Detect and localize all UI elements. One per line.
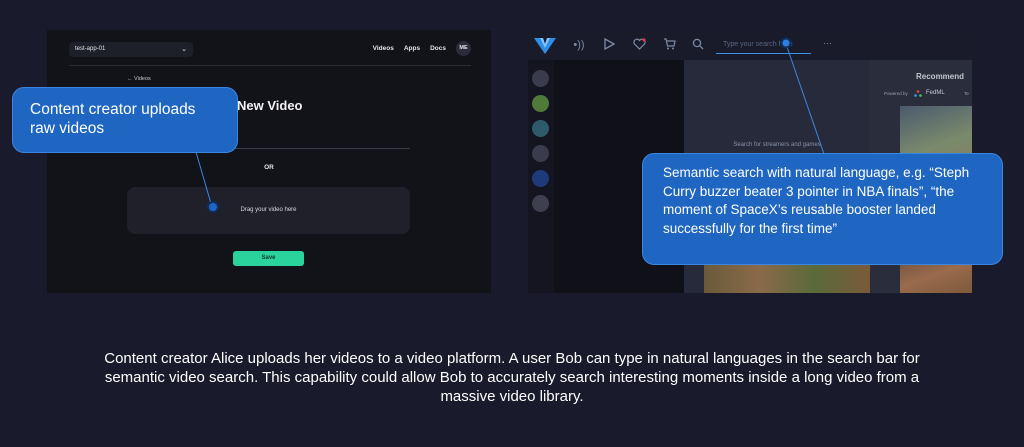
upload-app-screenshot: test-app-01 ⌄ Videos Apps Docs ME ← Vide… xyxy=(47,30,491,293)
search-icon[interactable] xyxy=(691,38,705,52)
channel-avatar[interactable] xyxy=(532,70,549,87)
top-bar: •)) Type your search here ⋯ xyxy=(528,30,972,60)
top-nav: Videos Apps Docs ME xyxy=(373,41,471,56)
video-thumbnail[interactable] xyxy=(704,262,870,293)
more-icon[interactable]: ⋯ xyxy=(823,38,832,49)
live-icon[interactable]: •)) xyxy=(572,38,586,52)
page-title: New Video xyxy=(237,98,303,113)
recommend-title: Recommend xyxy=(916,72,965,81)
nav-videos[interactable]: Videos xyxy=(373,45,394,52)
upload-callout: Content creator uploads raw videos xyxy=(12,87,238,153)
video-dropzone[interactable]: Drag your video here xyxy=(127,187,410,234)
figure-caption: Content creator Alice uploads her videos… xyxy=(104,350,920,405)
or-label: OR xyxy=(264,164,274,171)
fedml-logo-icon xyxy=(914,90,922,97)
search-callout: Semantic search with natural language, e… xyxy=(642,153,1003,265)
powered-by-label: Powered by xyxy=(884,91,908,96)
save-button[interactable]: Save xyxy=(233,251,304,266)
nav-docs[interactable]: Docs xyxy=(430,45,446,52)
search-hint: Search for streamers and games xyxy=(733,142,821,148)
channel-avatar[interactable] xyxy=(532,95,549,112)
play-icon[interactable] xyxy=(602,37,616,52)
channel-avatar[interactable] xyxy=(532,145,549,162)
heart-icon[interactable] xyxy=(632,38,646,52)
channel-avatar[interactable] xyxy=(532,120,549,137)
cart-icon[interactable] xyxy=(662,38,676,52)
back-link[interactable]: ← Videos xyxy=(127,76,151,82)
app-selector-value: test-app-01 xyxy=(75,46,106,52)
divider xyxy=(69,65,471,66)
channel-avatar[interactable] xyxy=(532,170,549,187)
app-selector[interactable]: test-app-01 ⌄ xyxy=(69,42,193,57)
chevron-down-icon: ⌄ xyxy=(181,46,187,53)
truncated-label: Te xyxy=(964,91,969,96)
back-link-label: Videos xyxy=(134,76,151,82)
partner-name: FedML xyxy=(926,90,945,96)
channel-avatar[interactable] xyxy=(532,195,549,212)
search-input[interactable]: Type your search here xyxy=(716,36,811,54)
channel-sidebar xyxy=(528,60,554,293)
avatar[interactable]: ME xyxy=(456,41,471,56)
arrow-left-icon: ← xyxy=(127,76,133,82)
nav-apps[interactable]: Apps xyxy=(404,45,420,52)
brand-logo-icon[interactable] xyxy=(534,36,556,54)
